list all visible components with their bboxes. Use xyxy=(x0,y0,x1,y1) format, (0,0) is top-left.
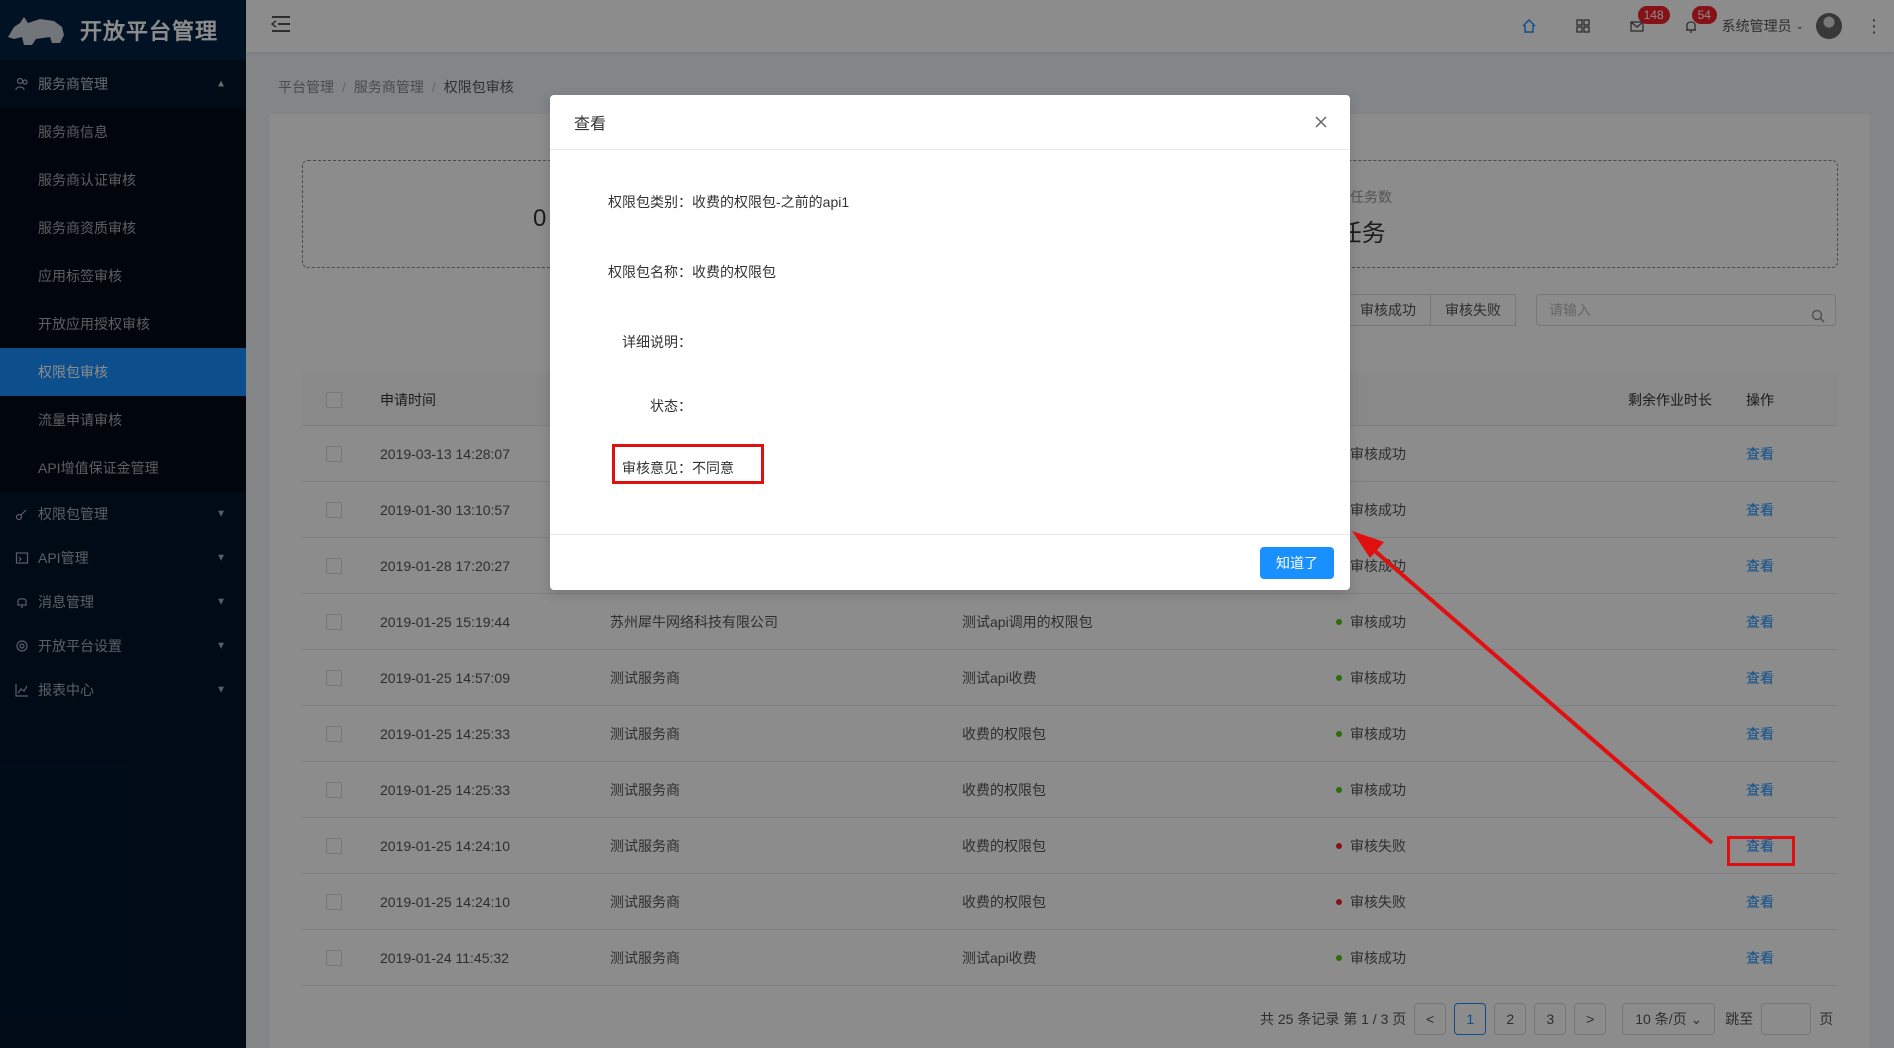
field-pkg-category: 权限包类别： 收费的权限包-之前的api1 xyxy=(608,194,850,210)
view-modal: 查看 权限包类别： 收费的权限包-之前的api1 权限包名称： 收费的权限包 详细说… xyxy=(550,95,1350,590)
ok-button[interactable]: 知道了 xyxy=(1260,547,1334,579)
annotation-highlight-view-link xyxy=(1727,836,1795,866)
field-pkg-name: 权限包名称： 收费的权限包 xyxy=(608,264,776,280)
modal-footer: 知道了 xyxy=(550,534,1350,590)
modal-body: 权限包类别： 收费的权限包-之前的api1 权限包名称： 收费的权限包 详细说明： … xyxy=(550,150,1350,534)
annotation-highlight-opinion xyxy=(612,444,764,484)
field-status: 状态： xyxy=(650,398,692,414)
field-description: 详细说明： xyxy=(622,334,692,350)
modal-title: 查看 xyxy=(574,116,607,133)
close-icon[interactable] xyxy=(1312,113,1330,131)
modal-header: 查看 xyxy=(550,95,1350,150)
